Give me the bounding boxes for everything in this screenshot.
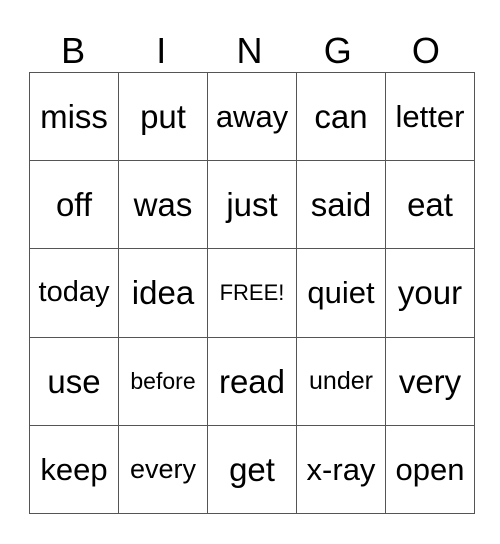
bingo-cell[interactable]: x-ray	[296, 424, 386, 515]
bingo-header: B I N G O	[29, 30, 470, 72]
bingo-cell[interactable]: letter	[385, 71, 475, 162]
bingo-cell[interactable]: said	[296, 160, 386, 250]
bingo-cell[interactable]: miss	[29, 71, 119, 162]
grid-row: keep every get x-ray open	[29, 424, 475, 515]
bingo-cell[interactable]: idea	[118, 248, 208, 338]
bingo-cell[interactable]: open	[385, 424, 475, 515]
bingo-cell[interactable]: away	[207, 71, 297, 162]
free-space-cell[interactable]: FREE!	[207, 248, 297, 338]
bingo-cell[interactable]: get	[207, 424, 297, 515]
bingo-cell[interactable]: use	[29, 336, 119, 426]
bingo-cell[interactable]: can	[296, 71, 386, 162]
bingo-grid: miss put away can letter off was just sa…	[29, 71, 475, 515]
bingo-cell[interactable]: put	[118, 71, 208, 162]
bingo-cell[interactable]: read	[207, 336, 297, 426]
bingo-cell[interactable]: very	[385, 336, 475, 426]
bingo-cell[interactable]: off	[29, 160, 119, 250]
bingo-cell[interactable]: eat	[385, 160, 475, 250]
header-letter-b: B	[61, 30, 86, 71]
bingo-cell[interactable]: was	[118, 160, 208, 250]
bingo-cell[interactable]: before	[118, 336, 208, 426]
bingo-cell[interactable]: your	[385, 248, 475, 338]
bingo-cell[interactable]: under	[296, 336, 386, 426]
bingo-cell[interactable]: today	[29, 248, 119, 338]
header-letter-g: G	[323, 30, 352, 71]
bingo-cell[interactable]: quiet	[296, 248, 386, 338]
header-letter-i: I	[156, 30, 167, 71]
grid-row: use before read under very	[29, 336, 475, 426]
header-letter-n: N	[236, 30, 263, 71]
grid-row: miss put away can letter	[29, 71, 475, 162]
grid-row: today idea FREE! quiet your	[29, 248, 475, 338]
bingo-cell[interactable]: just	[207, 160, 297, 250]
grid-row: off was just said eat	[29, 160, 475, 250]
bingo-cell[interactable]: every	[118, 424, 208, 515]
bingo-cell[interactable]: keep	[29, 424, 119, 515]
header-letter-o: O	[411, 30, 440, 71]
